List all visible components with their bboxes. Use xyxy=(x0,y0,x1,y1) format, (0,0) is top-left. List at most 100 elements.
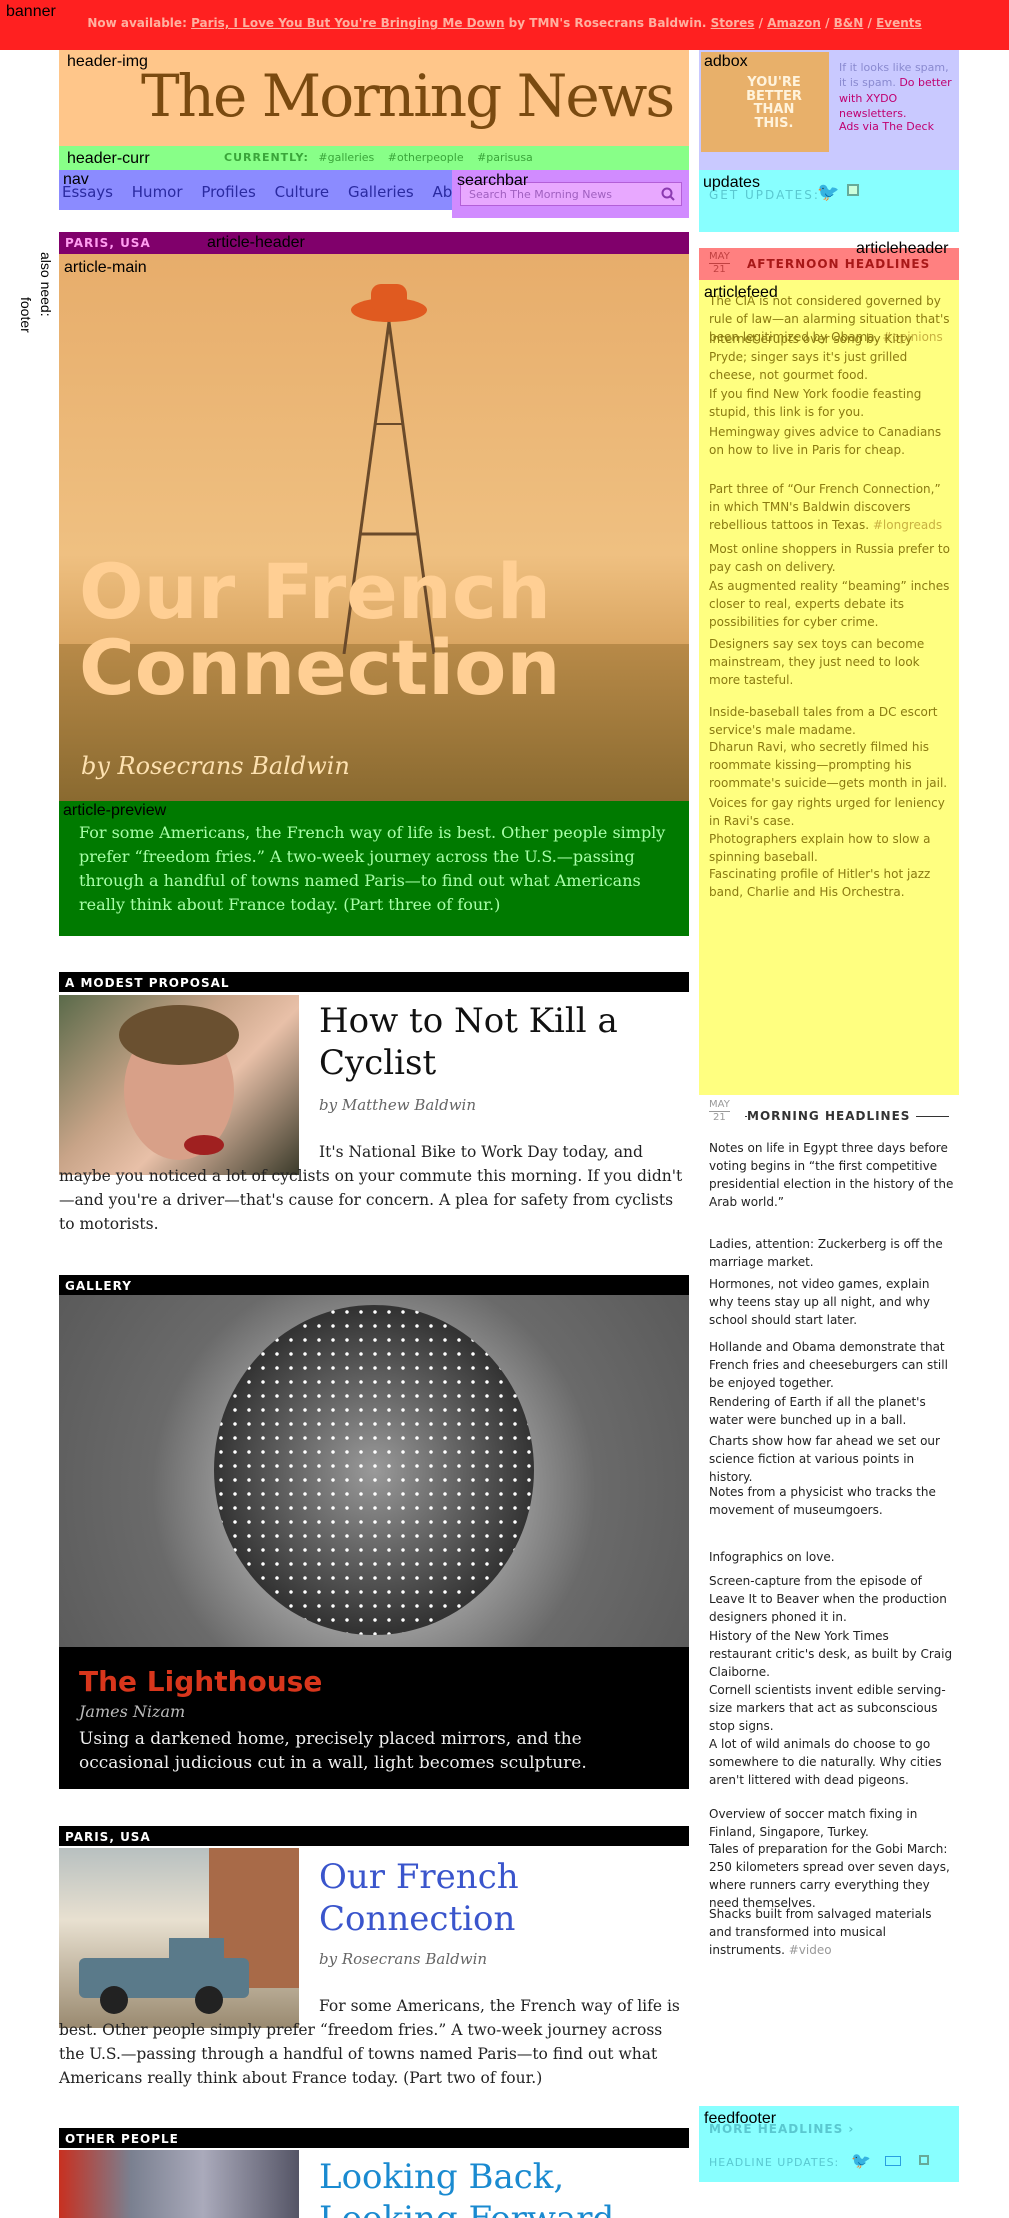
afternoon-headline-item[interactable]: Most online shoppers in Russia prefer to… xyxy=(709,540,954,576)
headline-text[interactable]: Tales of preparation for the Gobi March:… xyxy=(709,1842,950,1910)
morning-headline-item[interactable]: Shacks built from salvaged materials and… xyxy=(709,1905,954,1959)
morning-headline-item[interactable]: Notes from a physicist who tracks the mo… xyxy=(709,1483,954,1519)
morning-headline-item[interactable]: Ladies, attention: Zuckerberg is off the… xyxy=(709,1235,954,1271)
headline-text[interactable]: As augmented reality “beaming” inches cl… xyxy=(709,579,949,629)
feature-hero[interactable]: Our French Connection by Rosecrans Baldwi… xyxy=(59,254,689,801)
twitter-icon[interactable]: 🐦 xyxy=(817,182,839,203)
mail-icon[interactable] xyxy=(885,2156,901,2166)
headline-text[interactable]: Notes from a physicist who tracks the mo… xyxy=(709,1485,936,1517)
headline-text[interactable]: Cornell scientists invent edible serving… xyxy=(709,1683,946,1733)
region-label-feedfooter: feedfooter xyxy=(704,2110,777,2127)
banner-link-amazon[interactable]: Amazon xyxy=(767,16,821,30)
other-people-photo[interactable] xyxy=(59,2150,299,2218)
section-kicker[interactable]: GALLERY xyxy=(65,1279,132,1293)
section-bar: GALLERY xyxy=(59,1275,689,1295)
banner-link-events[interactable]: Events xyxy=(876,16,922,30)
morning-headline-item[interactable]: Hormones, not video games, explain why t… xyxy=(709,1275,954,1329)
headline-text[interactable]: A lot of wild animals do choose to go so… xyxy=(709,1737,942,1787)
headline-text[interactable]: Ladies, attention: Zuckerberg is off the… xyxy=(709,1237,943,1269)
ad-text[interactable]: If it looks like spam, it is spam. Do be… xyxy=(839,60,959,122)
headline-text[interactable]: Hollande and Obama demonstrate that Fren… xyxy=(709,1340,948,1390)
story-title[interactable]: How to Not Kill a Cyclist xyxy=(319,1000,679,1084)
morning-headline-item[interactable]: Overview of soccer match fixing in Finla… xyxy=(709,1805,954,1841)
headline-text[interactable]: Fascinating profile of Hitler's hot jazz… xyxy=(709,867,930,899)
afternoon-headline-item[interactable]: Dharun Ravi, who secretly filmed his roo… xyxy=(709,738,954,792)
currently-tag[interactable]: #galleries xyxy=(318,151,374,164)
morning-headline-item[interactable]: Hollande and Obama demonstrate that Fren… xyxy=(709,1338,954,1392)
story-title[interactable]: Our French Connection xyxy=(319,1856,679,1940)
morning-headline-item[interactable]: Screen-capture from the episode of Leave… xyxy=(709,1572,954,1626)
header-logo-area[interactable]: The Morning News xyxy=(59,50,689,146)
headline-text[interactable]: Notes on life in Egypt three days before… xyxy=(709,1141,953,1209)
rss-icon[interactable] xyxy=(847,184,859,196)
region-label-header-img: header-img xyxy=(67,53,148,70)
morning-headline-item[interactable]: A lot of wild animals do choose to go so… xyxy=(709,1735,954,1789)
afternoon-headline-item[interactable]: Voices for gay rights urged for leniency… xyxy=(709,794,954,830)
ad-via-link[interactable]: Ads via The Deck xyxy=(839,120,934,133)
afternoon-headline-item[interactable]: As augmented reality “beaming” inches cl… xyxy=(709,577,954,631)
afternoon-headline-item[interactable]: If you find New York foodie feasting stu… xyxy=(709,385,954,421)
section-kicker[interactable]: OTHER PEOPLE xyxy=(65,2132,179,2146)
twitter-icon[interactable]: 🐦 xyxy=(851,2151,871,2170)
headline-text[interactable]: Screen-capture from the episode of Leave… xyxy=(709,1574,947,1624)
headline-text[interactable]: History of the New York Times restaurant… xyxy=(709,1629,952,1679)
headline-text[interactable]: Rendering of Earth if all the planet's w… xyxy=(709,1395,926,1427)
morning-headline-item[interactable]: Infographics on love. xyxy=(709,1548,954,1566)
feature-kicker[interactable]: PARIS, USA xyxy=(65,236,151,250)
banner-link-bn[interactable]: B&N xyxy=(834,16,864,30)
afternoon-headline-item[interactable]: Hemingway gives advice to Canadians on h… xyxy=(709,423,954,459)
afternoon-headline-item[interactable]: Designers say sex toys can become mainst… xyxy=(709,635,954,689)
gallery-caption[interactable]: The Lighthouse James Nizam Using a darke… xyxy=(59,1647,689,1789)
region-label-adbox: adbox xyxy=(704,53,748,70)
afternoon-headline-item[interactable]: Fascinating profile of Hitler's hot jazz… xyxy=(709,865,954,901)
rss-icon[interactable] xyxy=(919,2155,929,2165)
currently-tag[interactable]: #otherpeople xyxy=(388,151,464,164)
morning-headline-item[interactable]: Charts show how far ahead we set our sci… xyxy=(709,1432,954,1486)
headline-text[interactable]: Photographers explain how to slow a spin… xyxy=(709,832,930,864)
morning-headline-item[interactable]: Rendering of Earth if all the planet's w… xyxy=(709,1393,954,1429)
headline-text[interactable]: Designers say sex toys can become mainst… xyxy=(709,637,924,687)
afternoon-headline-item[interactable]: Internet erupts over song by Kitty Pryde… xyxy=(709,330,954,384)
morning-headline-item[interactable]: Tales of preparation for the Gobi March:… xyxy=(709,1840,954,1912)
currently-tag[interactable]: #parisusa xyxy=(477,151,533,164)
afternoon-headlines-title: AFTERNOON HEADLINES xyxy=(747,257,931,271)
afternoon-headline-item[interactable]: Photographers explain how to slow a spin… xyxy=(709,830,954,866)
banner-text: Now available: Paris, I Love You But You… xyxy=(0,16,1009,30)
morning-headline-item[interactable]: History of the New York Times restaurant… xyxy=(709,1627,954,1681)
story-title[interactable]: Looking Back, Looking Forward xyxy=(319,2156,679,2218)
feature-title[interactable]: Our French Connection xyxy=(79,554,561,706)
headline-text[interactable]: Hemingway gives advice to Canadians on h… xyxy=(709,425,941,457)
afternoon-headline-item[interactable]: Inside-baseball tales from a DC escort s… xyxy=(709,703,954,739)
footer-label: footer xyxy=(18,297,34,333)
section-kicker[interactable]: PARIS, USA xyxy=(65,1830,151,1844)
headline-text[interactable]: Inside-baseball tales from a DC escort s… xyxy=(709,705,938,737)
headline-text[interactable]: Most online shoppers in Russia prefer to… xyxy=(709,542,950,574)
banner-book-link[interactable]: Paris, I Love You But You're Bringing Me… xyxy=(191,16,504,30)
headline-text[interactable]: Voices for gay rights urged for leniency… xyxy=(709,796,945,828)
morning-headline-item[interactable]: Cornell scientists invent edible serving… xyxy=(709,1681,954,1735)
headline-text[interactable]: Charts show how far ahead we set our sci… xyxy=(709,1434,940,1484)
headline-text[interactable]: Dharun Ravi, who secretly filmed his roo… xyxy=(709,740,947,790)
nav-item-humor[interactable]: Humor xyxy=(132,183,183,201)
feature-preview[interactable]: For some Americans, the French way of li… xyxy=(59,801,689,936)
nav-item-profiles[interactable]: Profiles xyxy=(201,183,255,201)
headline-text[interactable]: Internet erupts over song by Kitty Pryde… xyxy=(709,332,912,382)
site-logo[interactable]: The Morning News xyxy=(141,62,675,130)
headline-text[interactable]: Hormones, not video games, explain why t… xyxy=(709,1277,930,1327)
region-label-searchbar: searchbar xyxy=(457,172,529,189)
morning-headline-item[interactable]: Notes on life in Egypt three days before… xyxy=(709,1139,954,1211)
nav-item-galleries[interactable]: Galleries xyxy=(348,183,414,201)
section-kicker[interactable]: A MODEST PROPOSAL xyxy=(65,976,230,990)
gallery-image[interactable] xyxy=(59,1295,689,1647)
search-icon[interactable] xyxy=(661,187,675,201)
nav-item-culture[interactable]: Culture xyxy=(275,183,330,201)
headline-tag[interactable]: #longreads xyxy=(873,518,942,532)
headline-text[interactable]: If you find New York foodie feasting stu… xyxy=(709,387,921,419)
headline-text[interactable]: Infographics on love. xyxy=(709,1550,835,1564)
gallery-title[interactable]: The Lighthouse xyxy=(79,1665,322,1698)
headline-tag[interactable]: #video xyxy=(789,1943,832,1957)
afternoon-headline-item[interactable]: Part three of “Our French Connection,” i… xyxy=(709,480,954,534)
region-label-updates: updates xyxy=(703,174,760,191)
headline-text[interactable]: Overview of soccer match fixing in Finla… xyxy=(709,1807,917,1839)
banner-link-stores[interactable]: Stores xyxy=(711,16,755,30)
